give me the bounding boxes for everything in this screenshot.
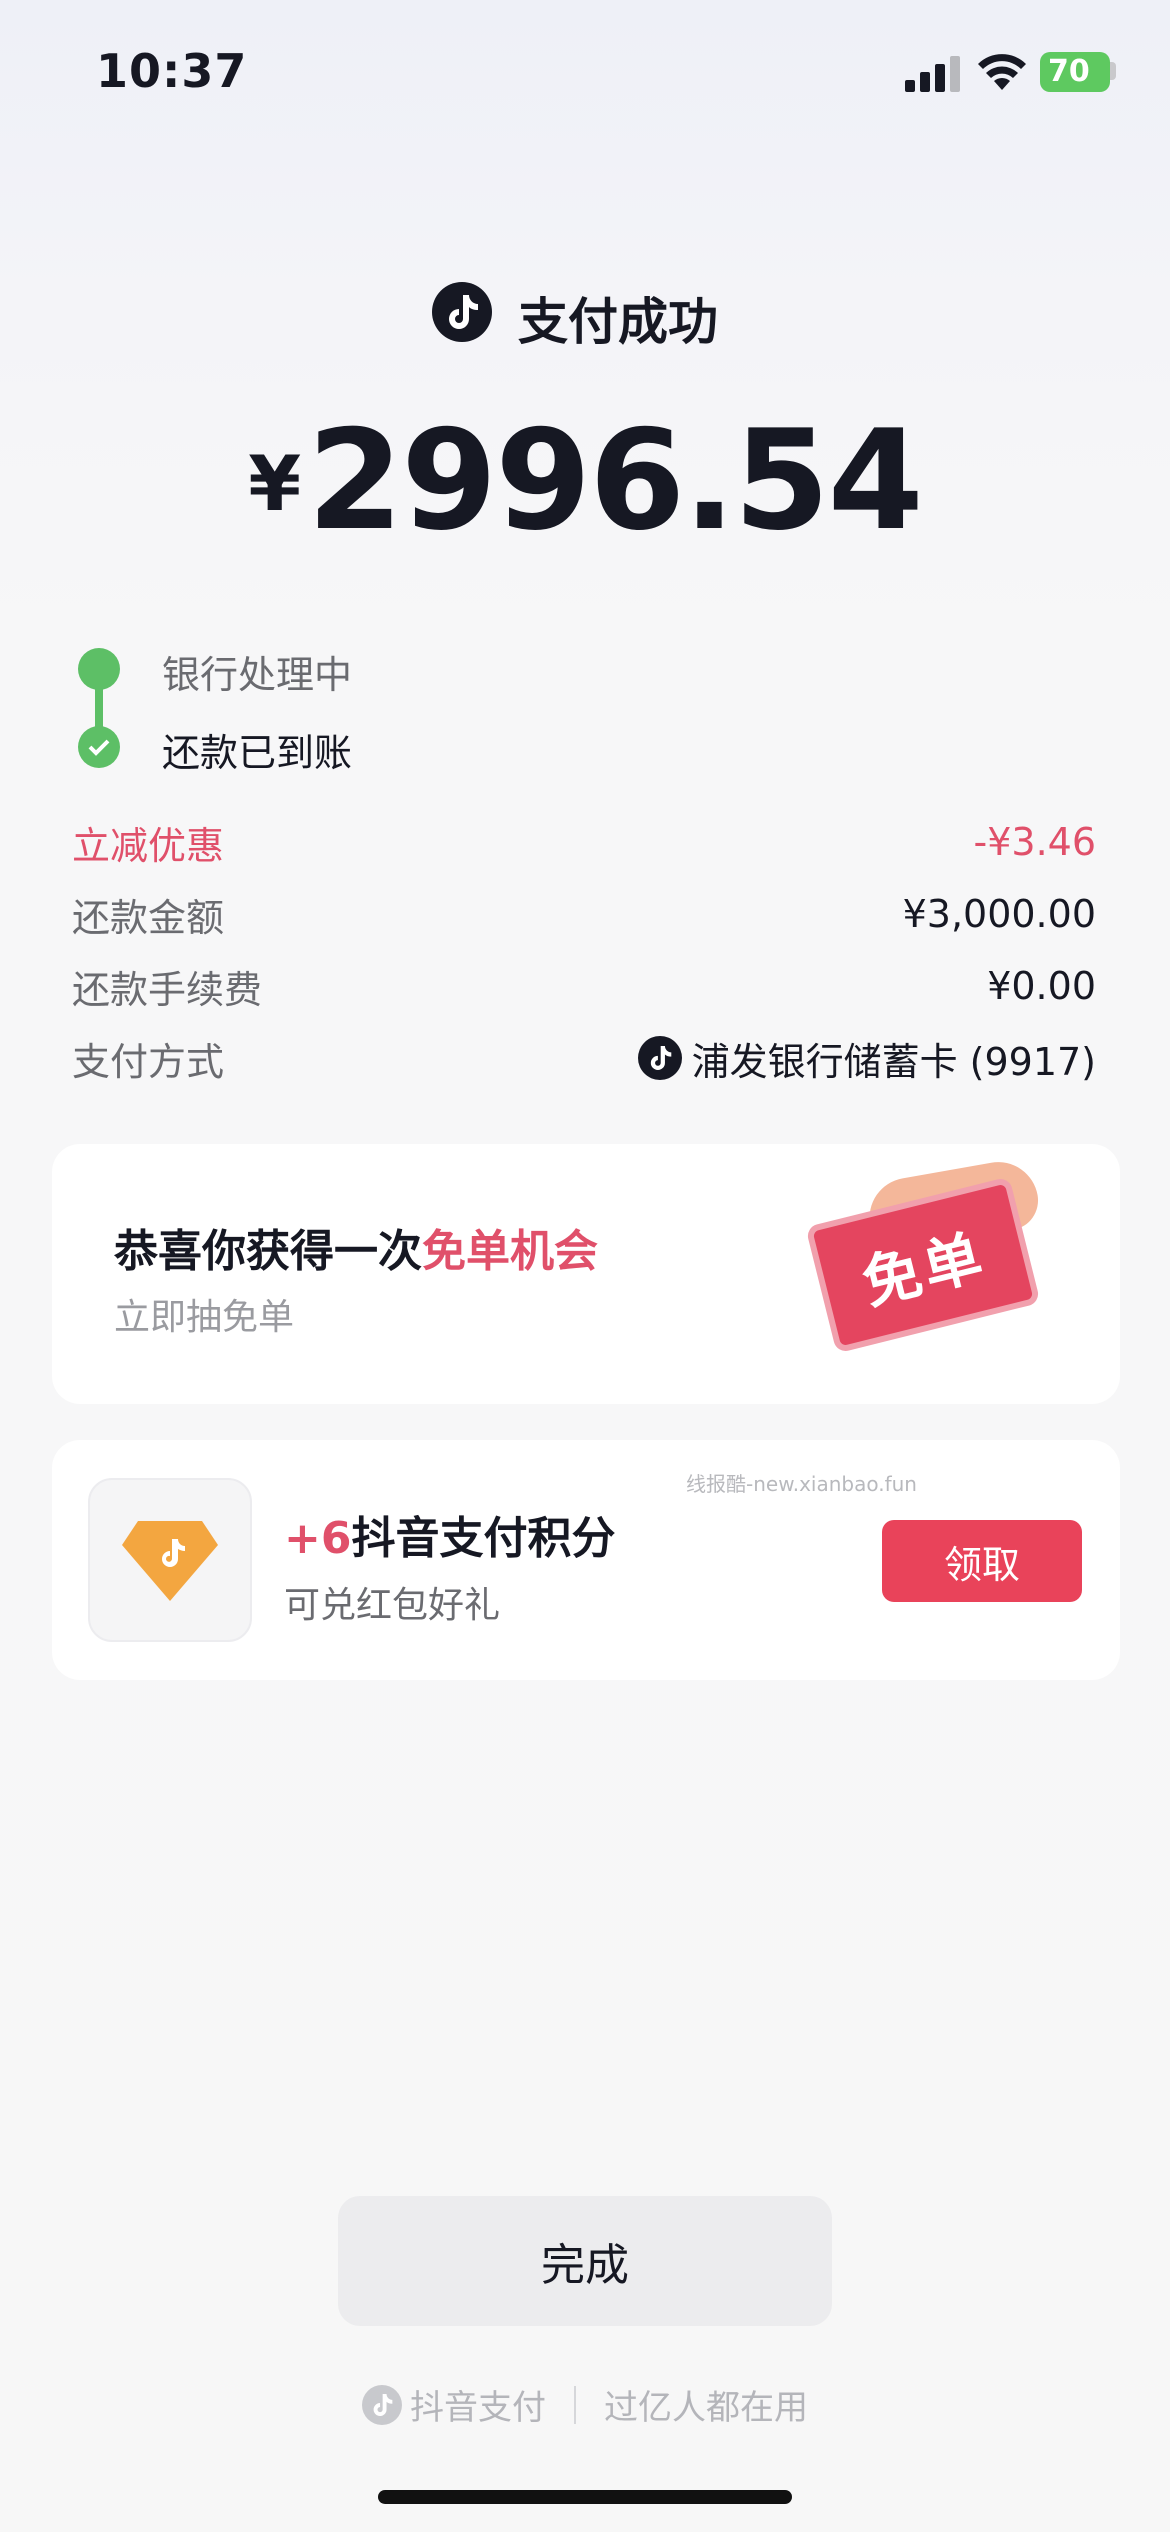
douyin-logo-icon xyxy=(432,282,492,342)
free-order-subtitle: 立即抽免单 xyxy=(114,1297,295,1338)
free-order-title-prefix: 恭喜你获得一次 xyxy=(114,1226,422,1277)
watermark-text: 线报酷-new.xianbao.fun xyxy=(686,1472,917,1496)
page-title: 支付成功 xyxy=(518,293,718,351)
detail-row-payment-method: 支付方式 浦发银行储蓄卡 (9917) xyxy=(72,1028,1096,1088)
free-order-title-highlight: 免单机会 xyxy=(422,1226,598,1277)
douyin-pay-footer-icon xyxy=(362,2384,402,2425)
detail-row-discount: 立减优惠 -¥3.46 xyxy=(72,812,1096,872)
points-badge-icon xyxy=(88,1478,252,1642)
progress-dot-icon xyxy=(78,648,120,690)
detail-value: ¥3,000.00 xyxy=(902,892,1096,936)
cellular-signal-icon xyxy=(905,56,960,92)
detail-value: ¥0.00 xyxy=(987,964,1096,1008)
footer-brand-name: 抖音支付 xyxy=(410,2388,546,2428)
home-indicator[interactable] xyxy=(378,2490,792,2504)
footer-divider xyxy=(574,2385,576,2424)
detail-label: 还款手续费 xyxy=(72,967,263,1012)
progress-step-processing: 银行处理中 xyxy=(162,653,353,697)
wifi-icon xyxy=(978,54,1026,90)
check-circle-icon xyxy=(78,726,120,768)
detail-value: -¥3.46 xyxy=(973,820,1097,864)
detail-label: 立减优惠 xyxy=(72,823,225,868)
battery-cap xyxy=(1110,62,1116,80)
currency-symbol: ¥ xyxy=(248,439,302,528)
progress-step-arrived: 还款已到账 xyxy=(162,731,353,775)
points-value: +6 xyxy=(284,1513,352,1564)
battery-icon: 70 xyxy=(1040,52,1110,92)
points-label: 抖音支付积分 xyxy=(351,1513,616,1564)
amount-value: 2996.54 xyxy=(307,400,924,561)
detail-value-wrap: 浦发银行储蓄卡 (9917) xyxy=(637,1031,1096,1086)
douyin-pay-icon xyxy=(637,1036,682,1080)
points-subtitle: 可兑红包好礼 xyxy=(284,1585,501,1626)
free-order-title: 恭喜你获得一次免单机会 xyxy=(114,1215,598,1279)
detail-row-repay-amount: 还款金额 ¥3,000.00 xyxy=(72,884,1096,944)
claim-button[interactable]: 领取 xyxy=(882,1520,1082,1602)
footer-brand: 抖音支付 过亿人都在用 xyxy=(0,2380,1170,2429)
payment-amount: ¥2996.54 xyxy=(0,400,1170,561)
points-title: +6抖音支付积分 xyxy=(284,1502,615,1566)
done-button[interactable]: 完成 xyxy=(338,2196,832,2326)
detail-label: 支付方式 xyxy=(72,1039,225,1084)
footer-slogan: 过亿人都在用 xyxy=(604,2388,808,2428)
status-time: 10:37 xyxy=(96,44,248,98)
payment-method-text: 浦发银行储蓄卡 (9917) xyxy=(691,1039,1096,1084)
detail-row-fee: 还款手续费 ¥0.00 xyxy=(72,956,1096,1016)
detail-label: 还款金额 xyxy=(72,895,225,940)
